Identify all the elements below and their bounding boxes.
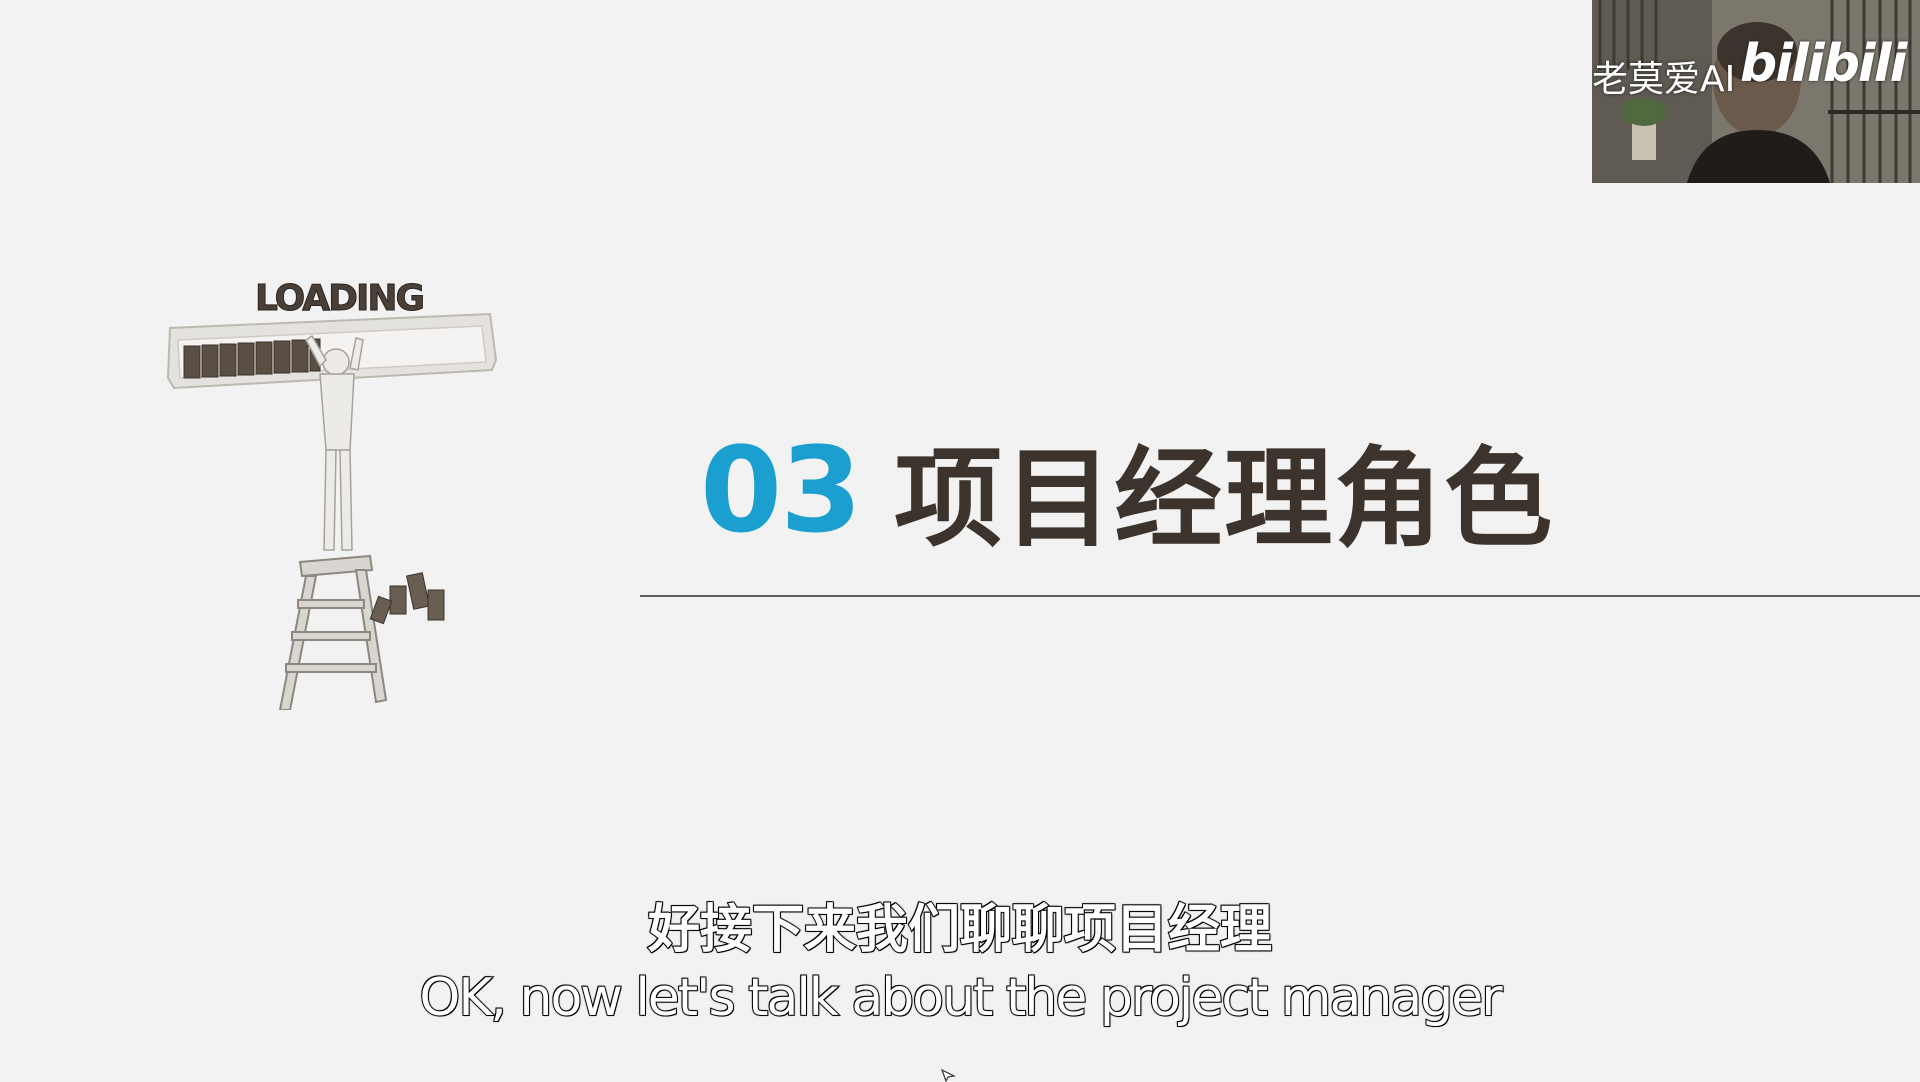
webcam-watermark: 老莫爱AI (1592, 59, 1736, 100)
section-title: 项目经理角色 (894, 437, 1555, 562)
subtitle-chinese: 好接下来我们聊聊项目经理 (647, 899, 1273, 961)
section-divider (640, 595, 1920, 597)
loading-figure-image: LOADING (166, 278, 498, 711)
loading-label: LOADING (255, 278, 423, 319)
section-heading: 03 项目经理角色 (700, 421, 1554, 562)
bilibili-logo: bilibili (1740, 34, 1907, 94)
subtitle-english: OK, now let's talk about the project man… (418, 967, 1503, 1029)
webcam-overlay: 老莫爱AI bilibili (1592, 0, 1920, 183)
slide: LOADING 03 项目经理角色 老莫爱AI bilibili 好接下来我们聊… (0, 0, 1920, 1082)
section-number: 03 (700, 421, 862, 559)
subtitles: 好接下来我们聊聊项目经理 OK, now let's talk about th… (0, 895, 1920, 1031)
loading-illustration: LOADING (160, 270, 500, 711)
